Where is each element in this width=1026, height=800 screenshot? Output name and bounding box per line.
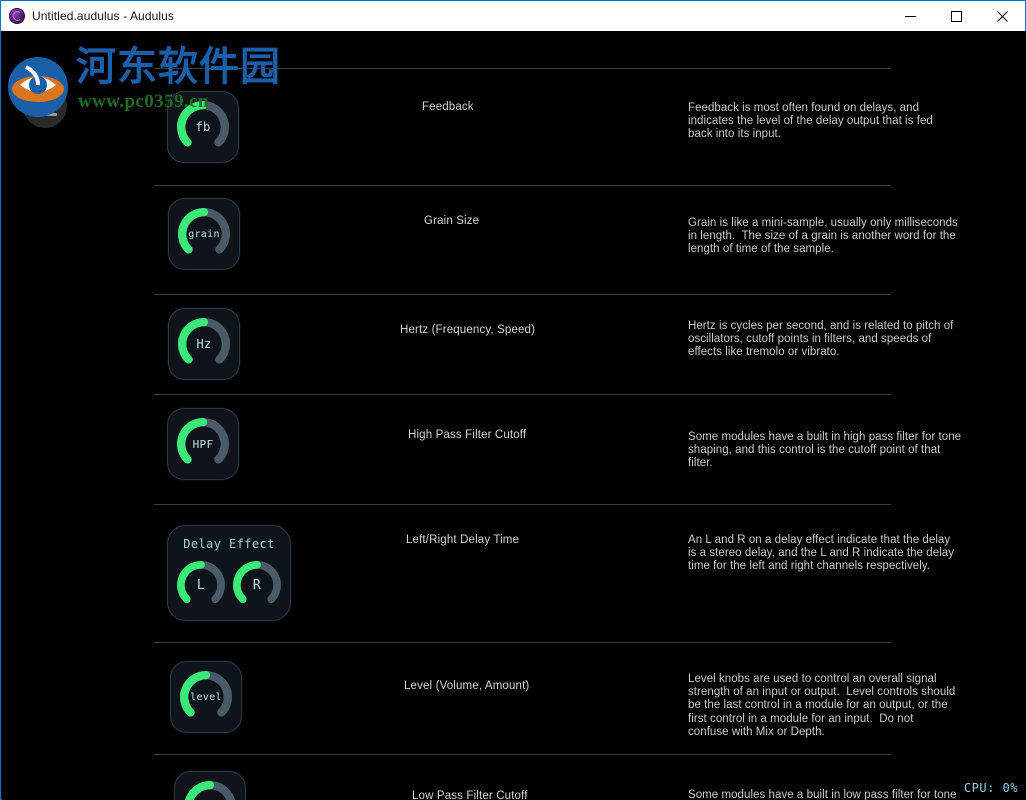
control-name: Low Pass Filter Cutoff [412,790,528,800]
description-line: oscillators, cutoff points in filters, a… [688,333,932,346]
description-line: first control in a module for an input. … [688,712,914,725]
control-name: Level (Volume, Amount) [404,680,530,692]
knob-module[interactable]: Hz [168,308,240,380]
description-line: back into its input. [688,128,782,141]
knob-gauge-icon [177,100,229,147]
knob-module-cell: grain [168,198,240,270]
cpu-status-readout: CPU: 0% [963,781,1018,795]
description-line: shaping, and this control is the cutoff … [688,444,941,457]
description-line: length of time of the sample. [688,243,834,256]
description-line: Hertz is cycles per second, and is relat… [688,320,954,332]
knob-gauge-icon [233,561,281,604]
patch-canvas[interactable]: 河东软件园 www.pc0359.cn fb Feedback Feedback i… [2,31,1026,800]
control-description: Some modules have a built in high pass f… [688,431,961,471]
control-description: Some modules have a built in low pass fi… [688,789,957,800]
description-line: Grain is like a mini-sample, usually onl… [688,217,958,229]
row-divider [154,394,891,395]
knob-gauge-icon [177,417,229,464]
control-description: Level knobs are used to control an overa… [688,673,955,739]
knob-module-cell: LPF [174,771,246,800]
description-line: An L and R on a delay effect indicate th… [688,534,951,546]
app-window: Untitled.audulus - Audulus 河东软件园 www.pc0… [0,0,1026,800]
knob-module-cell: fb [167,91,239,163]
row-divider [154,754,891,755]
description-line: confuse with Mix or Depth. [688,725,825,738]
description-line: strength of an input or output. Level co… [688,686,956,699]
knob-module-cell: level [170,661,242,733]
knob-control[interactable]: L [176,560,226,610]
knob-control[interactable]: LPF [183,780,237,800]
description-line: indicates the level of the delay output … [688,115,933,128]
window-controls [887,1,1025,31]
knob-module[interactable]: level [170,661,242,733]
knob-gauge-icon [180,670,232,717]
knob-module-cell: HPF [167,408,239,480]
control-name: Left/Right Delay Time [406,534,520,546]
knob-gauge-icon [178,317,230,364]
knob-module[interactable]: fb [167,91,239,163]
knob-gauge-icon [185,780,235,800]
knob-control[interactable]: fb [176,100,230,154]
knob-gauge-icon [178,207,230,254]
description-line: time for the left and right channels res… [688,560,930,573]
control-description: Hertz is cycles per second, and is relat… [688,320,953,360]
control-description: An L and R on a delay effect indicate th… [688,534,954,574]
maximize-icon[interactable] [933,1,979,31]
description-line: Feedback is most often found on delays, … [688,102,920,114]
knob-module-cell: Delay Effect L R [167,525,291,621]
description-line: in length. The size of a grain is anothe… [688,230,956,243]
description-line: Level knobs are used to control an overa… [688,673,937,685]
knob-control[interactable]: Hz [177,317,231,371]
description-line: is a stereo delay, and the L and R indic… [688,547,955,560]
control-name: High Pass Filter Cutoff [408,429,527,441]
row-divider [154,185,891,186]
knob-module[interactable]: LPF [174,771,246,800]
control-name: Grain Size [424,215,480,227]
control-name: Feedback [422,101,474,113]
hamburger-menu-icon[interactable] [23,84,67,128]
title-bar[interactable]: Untitled.audulus - Audulus [1,1,1025,31]
knob-gauge-icon [177,561,225,604]
close-icon[interactable] [979,1,1025,31]
row-divider [154,294,891,295]
knob-module[interactable]: HPF [167,408,239,480]
description-line: effects like tremolo or vibrato. [688,346,840,359]
watermark-site-name: 河东软件园 [76,44,281,90]
description-line: filter. [688,457,713,470]
control-description: Grain is like a mini-sample, usually onl… [688,217,958,257]
window-title: Untitled.audulus - Audulus [32,9,175,23]
control-description: Feedback is most often found on delays, … [688,102,933,142]
description-line: Some modules have a built in low pass fi… [688,789,957,800]
minimize-icon[interactable] [887,1,933,31]
knob-control[interactable]: level [179,670,233,724]
row-divider [154,642,891,643]
knob-module[interactable]: grain [168,198,240,270]
module-title: Delay Effect [183,537,275,551]
knob-pair: LR [168,560,290,610]
control-name: Hertz (Frequency, Speed) [400,324,536,336]
row-divider [154,68,891,69]
delay-effect-module[interactable]: Delay Effect L R [167,525,291,621]
description-line: be the last control in a module for an o… [688,699,948,712]
row-divider [154,504,891,505]
knob-control[interactable]: R [232,560,282,610]
knob-module-cell: Hz [168,308,240,380]
knob-control[interactable]: grain [177,207,231,261]
audulus-logo-icon [9,8,25,24]
knob-control[interactable]: HPF [176,417,230,471]
description-line: Some modules have a built in high pass f… [688,431,962,443]
